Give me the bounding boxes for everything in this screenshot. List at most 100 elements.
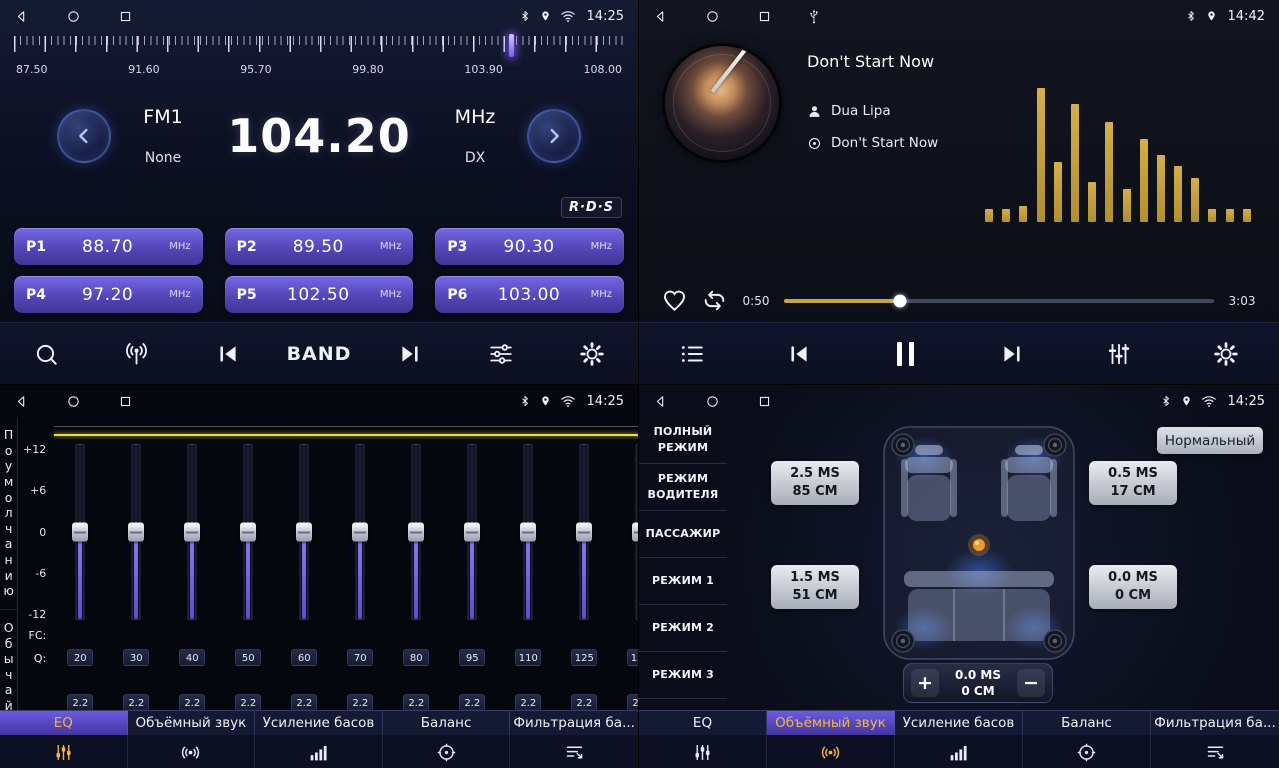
slider-handle[interactable] (240, 523, 256, 542)
eq-band-slider[interactable] (444, 444, 500, 620)
eq-icon[interactable] (639, 735, 767, 768)
slider-handle[interactable] (128, 523, 144, 542)
sound-mode-item[interactable]: РЕЖИМ 3 (639, 652, 727, 699)
tab-eq[interactable]: EQ (639, 711, 767, 735)
broadcast-icon[interactable] (113, 330, 161, 378)
tune-down-button[interactable] (57, 109, 111, 163)
slider-handle[interactable] (72, 523, 88, 542)
search-icon[interactable] (22, 330, 70, 378)
tab-surround[interactable]: Объёмный звук (767, 711, 895, 735)
previous-icon[interactable] (204, 330, 252, 378)
eq-band-slider[interactable] (612, 444, 639, 620)
pause-icon[interactable] (882, 330, 930, 378)
nav-back-icon[interactable] (653, 394, 668, 409)
balance-icon[interactable] (1023, 735, 1151, 768)
radio-preset-button[interactable]: P2 89.50 MHz (225, 228, 414, 265)
sound-mode-item[interactable]: РЕЖИМ 2 (639, 605, 727, 652)
nav-recents-icon[interactable] (757, 9, 772, 24)
nav-back-icon[interactable] (14, 9, 29, 24)
tab-filter[interactable]: Фильтрация ба... (1151, 711, 1279, 735)
nav-back-icon[interactable] (14, 394, 29, 409)
eq-band-slider[interactable] (556, 444, 612, 620)
eq-band-slider[interactable] (332, 444, 388, 620)
wifi-icon (1201, 395, 1217, 408)
tab-eq[interactable]: EQ (0, 711, 128, 735)
next-icon[interactable] (386, 330, 434, 378)
surround-icon[interactable] (767, 735, 895, 768)
sound-mode-item[interactable]: ПАССАЖИР (639, 511, 727, 558)
tab-balance[interactable]: Баланс (1023, 711, 1151, 735)
eq-band: 150 2.2 (612, 444, 639, 711)
eq-band-slider[interactable] (220, 444, 276, 620)
slider-handle[interactable] (520, 523, 536, 542)
progress-bar[interactable] (784, 299, 1214, 303)
eq-band-slider[interactable] (108, 444, 164, 620)
sound-mode-item[interactable]: ПОЛНЫЙ РЕЖИМ (639, 417, 727, 464)
nav-recents-icon[interactable] (118, 394, 133, 409)
band-button[interactable]: BAND (295, 330, 343, 378)
slider-handle[interactable] (408, 523, 424, 542)
delay-front-right[interactable]: 0.5 MS 17 CM (1089, 461, 1177, 505)
eq-band-slider[interactable] (52, 444, 108, 620)
nav-recents-icon[interactable] (757, 394, 772, 409)
tab-bass-boost[interactable]: Усиление басов (255, 711, 383, 735)
sound-mode-item[interactable]: РЕЖИМ 1 (639, 558, 727, 605)
tab-balance[interactable]: Баланс (383, 711, 511, 735)
slider-handle[interactable] (296, 523, 312, 542)
slider-fill (246, 533, 250, 619)
settings-gear-icon[interactable] (1202, 330, 1250, 378)
previous-track-icon[interactable] (775, 330, 823, 378)
balance-icon[interactable] (383, 735, 511, 768)
slider-handle[interactable] (352, 523, 368, 542)
frequency-scale[interactable]: 87.5091.6095.7099.80103.90108.00 (14, 36, 624, 80)
mixer-icon[interactable] (1095, 330, 1143, 378)
next-track-icon[interactable] (988, 330, 1036, 378)
delay-front-left[interactable]: 2.5 MS 85 CM (771, 461, 859, 505)
filter-icon[interactable] (510, 735, 638, 768)
eq-band-slider[interactable] (164, 444, 220, 620)
slider-handle[interactable] (632, 523, 639, 542)
eq-band-slider[interactable] (388, 444, 444, 620)
slider-handle[interactable] (576, 523, 592, 542)
tab-bass-boost[interactable]: Усиление басов (895, 711, 1023, 735)
nav-home-icon[interactable] (705, 9, 720, 24)
eq-preset-item[interactable]: По умолчанию (0, 417, 17, 610)
nav-home-icon[interactable] (66, 9, 81, 24)
nav-home-icon[interactable] (66, 394, 81, 409)
radio-preset-button[interactable]: P1 88.70 MHz (14, 228, 203, 265)
tab-filter[interactable]: Фильтрация ба... (510, 711, 638, 735)
slider-handle[interactable] (184, 523, 200, 542)
field-preset-button[interactable]: Нормальный (1157, 427, 1263, 454)
playlist-icon[interactable] (668, 330, 716, 378)
radio-preset-button[interactable]: P4 97.20 MHz (14, 276, 203, 313)
slider-handle[interactable] (464, 523, 480, 542)
tune-up-button[interactable] (527, 109, 581, 163)
radio-preset-button[interactable]: P5 102.50 MHz (225, 276, 414, 313)
audio-settings-tabbar: EQ Объёмный звук Усиление басов Баланс Ф… (0, 710, 638, 768)
tab-surround[interactable]: Объёмный звук (128, 711, 256, 735)
bass-boost-icon[interactable] (255, 735, 383, 768)
bass-boost-icon[interactable] (895, 735, 1023, 768)
delay-rear-left[interactable]: 1.5 MS 51 CM (771, 565, 859, 609)
delay-decrease-button[interactable]: − (1017, 669, 1045, 697)
repeat-icon[interactable] (701, 287, 728, 314)
eq-band-slider[interactable] (276, 444, 332, 620)
nav-back-icon[interactable] (653, 9, 668, 24)
radio-preset-button[interactable]: P3 90.30 MHz (435, 228, 624, 265)
eq-band-slider[interactable] (500, 444, 556, 620)
location-icon (540, 394, 551, 408)
eq-preset-item[interactable]: Обычай (0, 610, 17, 725)
nav-home-icon[interactable] (705, 394, 720, 409)
delay-increase-button[interactable]: + (911, 669, 939, 697)
settings-gear-icon[interactable] (568, 330, 616, 378)
eq-sliders-icon[interactable] (477, 330, 525, 378)
favorite-heart-icon[interactable] (661, 287, 688, 314)
delay-rear-right[interactable]: 0.0 MS 0 CM (1089, 565, 1177, 609)
progress-thumb[interactable] (894, 294, 907, 307)
sound-mode-item[interactable]: РЕЖИМ ВОДИТЕЛЯ (639, 464, 727, 511)
radio-preset-button[interactable]: P6 103.00 MHz (435, 276, 624, 313)
filter-icon[interactable] (1151, 735, 1279, 768)
nav-recents-icon[interactable] (118, 9, 133, 24)
surround-icon[interactable] (128, 735, 256, 768)
eq-icon[interactable] (0, 735, 128, 768)
